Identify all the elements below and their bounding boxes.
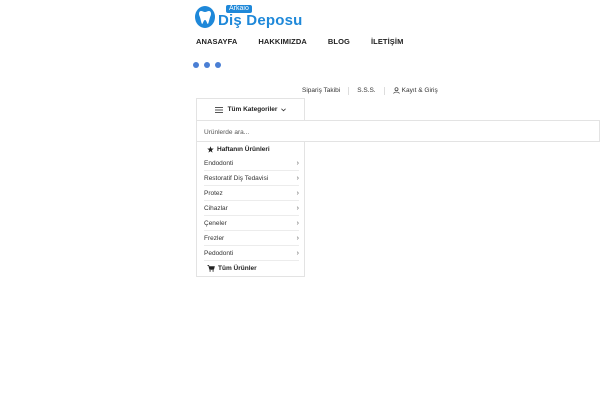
- category-item-protez[interactable]: Protez ›: [204, 186, 299, 201]
- site-logo[interactable]: Arkaio Diş Deposu: [195, 4, 308, 30]
- order-tracking-link[interactable]: Sipariş Takibi: [296, 87, 350, 96]
- search-input[interactable]: [197, 122, 599, 143]
- login-label: Kayıt & Giriş: [401, 87, 438, 95]
- weekly-products-link[interactable]: Haftanın Ürünleri: [197, 142, 304, 156]
- nav-item-iletisim[interactable]: İLETİŞİM: [371, 37, 403, 46]
- loading-dot: [204, 62, 210, 68]
- top-links: Sipariş Takibi S.S.S. Kayıt & Giriş: [296, 87, 446, 96]
- category-label: Çeneler: [204, 219, 227, 227]
- chevron-right-icon: ›: [296, 204, 299, 212]
- category-item-pedodonti[interactable]: Pedodonti ›: [204, 246, 299, 261]
- search-bar: [196, 120, 600, 143]
- chevron-right-icon: ›: [296, 249, 299, 257]
- nav-item-blog[interactable]: BLOG: [328, 37, 350, 46]
- category-label: Restoratif Diş Tedavisi: [204, 174, 269, 182]
- category-item-restoratif[interactable]: Restoratif Diş Tedavisi ›: [204, 171, 299, 186]
- all-products-link[interactable]: Tüm Ürünler: [197, 261, 304, 276]
- chevron-right-icon: ›: [296, 174, 299, 182]
- logo-title: Diş Deposu: [218, 12, 303, 29]
- category-label: Protez: [204, 189, 223, 197]
- chevron-right-icon: ›: [296, 159, 299, 167]
- nav-item-hakkimizda[interactable]: HAKKIMIZDA: [258, 37, 307, 46]
- chevron-right-icon: ›: [296, 219, 299, 227]
- all-products-label: Tüm Ürünler: [218, 265, 257, 272]
- chevron-right-icon: ›: [296, 189, 299, 197]
- category-label: Endodonti: [204, 159, 234, 167]
- all-categories-label: Tüm Kategoriler: [227, 106, 278, 113]
- category-item-ceneler[interactable]: Çeneler ›: [204, 216, 299, 231]
- tooth-icon: [195, 6, 215, 28]
- faq-link[interactable]: S.S.S.: [349, 87, 385, 96]
- user-icon: [392, 87, 400, 94]
- category-label: Cihazlar: [204, 204, 228, 212]
- nav-item-anasayfa[interactable]: ANASAYFA: [196, 37, 237, 46]
- category-item-endodonti[interactable]: Endodonti ›: [204, 156, 299, 171]
- chevron-down-icon: [281, 107, 287, 111]
- main-nav: ANASAYFA HAKKIMIZDA BLOG İLETİŞİM: [196, 37, 424, 46]
- loading-dot: [193, 62, 199, 68]
- category-item-cihazlar[interactable]: Cihazlar ›: [204, 201, 299, 216]
- loading-dots-icon: [193, 62, 221, 68]
- category-item-frezler[interactable]: Frezler ›: [204, 231, 299, 246]
- loading-dot: [215, 62, 221, 68]
- category-label: Frezler: [204, 234, 225, 242]
- chevron-right-icon: ›: [296, 234, 299, 242]
- cart-icon: [207, 265, 215, 272]
- category-label: Pedodonti: [204, 249, 234, 257]
- hamburger-icon: [214, 106, 223, 113]
- all-categories-button[interactable]: Tüm Kategoriler: [196, 98, 305, 120]
- category-menu: Haftanın Ürünleri Endodonti › Restoratif…: [196, 142, 305, 277]
- star-icon: [207, 145, 214, 153]
- weekly-products-label: Haftanın Ürünleri: [217, 145, 270, 153]
- login-link[interactable]: Kayıt & Giriş: [385, 87, 446, 95]
